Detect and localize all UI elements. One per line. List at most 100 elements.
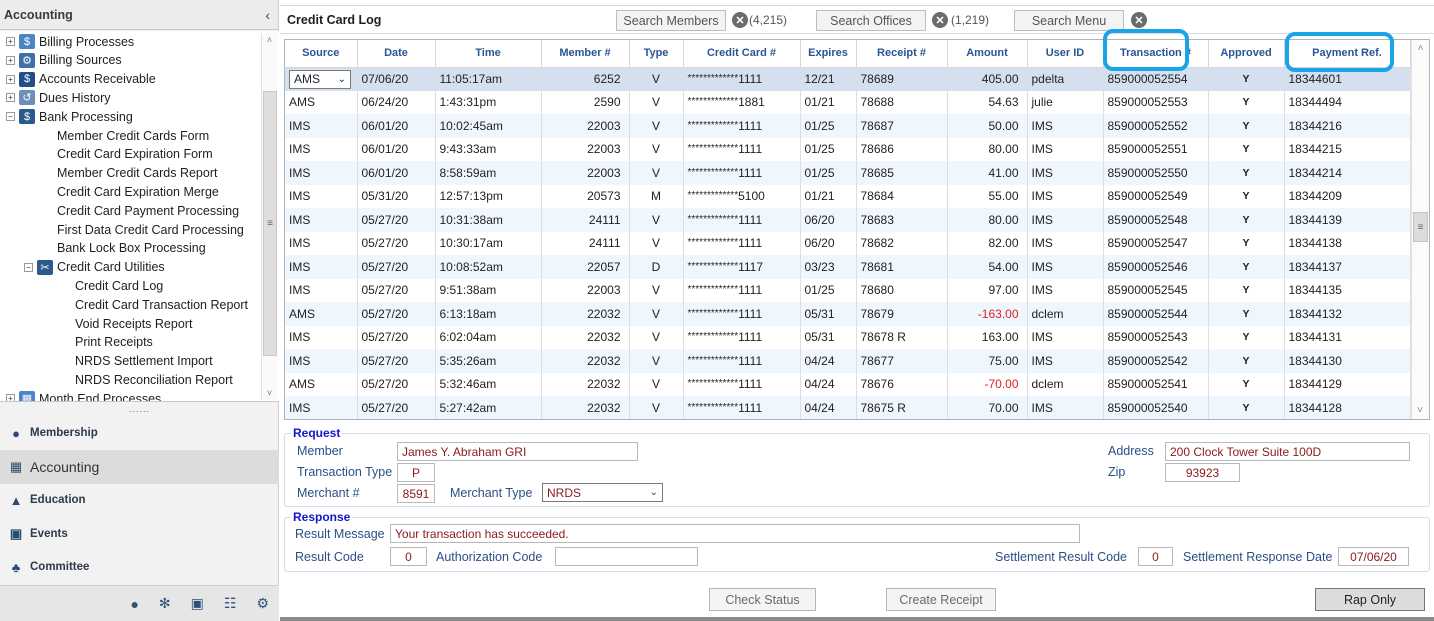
tree-item[interactable]: Credit Card Expiration Form <box>57 145 213 164</box>
column-header[interactable]: Payment Ref. <box>1284 40 1411 68</box>
scroll-thumb[interactable]: ≡ <box>1413 212 1428 242</box>
table-row[interactable]: AMS 05/27/20 5:32:46am 22032 V *************1… <box>285 372 1411 396</box>
transaction-type-field[interactable]: P <box>397 463 435 482</box>
address-field[interactable]: 200 Clock Tower Suite 100D <box>1165 442 1410 461</box>
table-row[interactable]: IMS 06/01/20 8:58:59am 22003 V *************1… <box>285 161 1411 185</box>
tree-item[interactable]: Void Receipts Report <box>75 314 192 333</box>
table-row[interactable]: IMS 05/27/20 5:35:26am 22032 V *************1… <box>285 349 1411 373</box>
chevron-left-icon[interactable]: ‹ <box>265 7 270 23</box>
column-header[interactable]: Transaction # <box>1103 40 1209 68</box>
clear-menu-icon[interactable]: ✕ <box>1131 12 1147 28</box>
zip-field[interactable]: 93923 <box>1165 463 1240 482</box>
table-row[interactable]: IMS 05/27/20 5:27:42am 22032 V *************1… <box>285 396 1411 419</box>
column-header[interactable]: Source <box>285 40 358 68</box>
source-select[interactable]: AMS ⌄ <box>289 69 351 89</box>
expand-icon[interactable]: + <box>6 37 15 46</box>
tree-item[interactable]: NRDS Reconciliation Report <box>75 370 233 389</box>
tree-item[interactable]: + ▦ Month End Processes <box>6 389 161 401</box>
tree-scrollbar[interactable]: ˄ ≡ ˅ <box>261 33 277 400</box>
grid-scrollbar[interactable]: ˄ ≡ ˅ <box>1411 40 1429 419</box>
table-row[interactable]: IMS 05/27/20 10:08:52am 22057 D *************… <box>285 255 1411 279</box>
tree-item[interactable]: Bank Lock Box Processing <box>57 239 206 258</box>
column-header[interactable]: Time <box>435 40 542 68</box>
column-header[interactable]: Amount <box>947 40 1028 68</box>
authorization-code-field[interactable] <box>555 547 698 566</box>
column-header[interactable]: Date <box>357 40 436 68</box>
create-receipt-button[interactable]: Create Receipt <box>886 588 996 611</box>
calendar-icon: ▣ <box>9 525 23 541</box>
coins-icon[interactable]: ● <box>130 596 138 612</box>
table-row[interactable]: AMS 06/24/20 1:43:31pm 2590 V *************18… <box>285 90 1411 114</box>
clear-members-icon[interactable]: ✕ <box>732 12 748 28</box>
tree-item[interactable]: + ↺ Dues History <box>6 88 111 107</box>
table-row[interactable]: IMS 06/01/20 10:02:45am 22003 V *************… <box>285 114 1411 138</box>
column-header[interactable]: Expires <box>800 40 857 68</box>
nav-item-committee[interactable]: ♣ Committee <box>0 550 279 584</box>
merchant-number-field[interactable]: 8591 <box>397 484 435 503</box>
handshake-icon[interactable]: ✻ <box>159 595 171 612</box>
settlement-result-code-field[interactable]: 0 <box>1138 547 1173 566</box>
table-row[interactable]: IMS 06/01/20 9:43:33am 22003 V *************1… <box>285 137 1411 161</box>
scroll-up-icon[interactable]: ˄ <box>262 33 277 47</box>
tree-item[interactable]: Credit Card Log <box>75 276 163 295</box>
table-row[interactable]: IMS 05/31/20 12:57:13pm 20573 M *************… <box>285 184 1411 208</box>
nav-item-events[interactable]: ▣ Events <box>0 517 279 551</box>
tree-item[interactable]: Print Receipts <box>75 333 153 352</box>
tree-item[interactable]: Member Credit Cards Form <box>57 126 209 145</box>
scroll-down-icon[interactable]: ˅ <box>262 386 277 400</box>
tree-item[interactable]: − $ Bank Processing <box>6 107 133 126</box>
column-header[interactable]: Credit Card # <box>683 40 801 68</box>
type-cell: V <box>629 137 684 161</box>
result-code-field[interactable]: 0 <box>390 547 427 566</box>
column-header[interactable]: User ID <box>1027 40 1104 68</box>
scroll-down-icon[interactable]: ˅ <box>1412 402 1428 419</box>
member-field[interactable]: James Y. Abraham GRI <box>397 442 638 461</box>
nav-item-education[interactable]: ▲ Education <box>0 483 279 517</box>
splitter-grip[interactable]: ...... <box>0 404 279 414</box>
tree-item[interactable]: NRDS Settlement Import <box>75 352 213 371</box>
tree-item[interactable]: Credit Card Payment Processing <box>57 201 239 220</box>
table-row[interactable]: IMS 05/27/20 9:51:38am 22003 V *************1… <box>285 278 1411 302</box>
expand-icon[interactable]: + <box>6 394 15 401</box>
rap-only-button[interactable]: Rap Only <box>1315 588 1425 611</box>
source-cell: AMS ⌄ <box>285 67 358 91</box>
table-row[interactable]: AMS 05/27/20 6:13:18am 22032 V *************1… <box>285 302 1411 326</box>
tree-item[interactable]: Credit Card Transaction Report <box>75 295 248 314</box>
nav-item-accounting[interactable]: ▦ Accounting <box>0 449 279 484</box>
gear-icon[interactable]: ⚙ <box>256 595 269 612</box>
clear-offices-icon[interactable]: ✕ <box>932 12 948 28</box>
settlement-response-date-field[interactable]: 07/06/20 <box>1338 547 1409 566</box>
collapse-icon[interactable]: − <box>6 112 15 122</box>
nav-item-membership[interactable]: ● Membership <box>0 416 279 450</box>
tree-item[interactable]: Member Credit Cards Report <box>57 164 217 183</box>
collapse-icon[interactable]: − <box>24 262 33 272</box>
column-header[interactable]: Approved <box>1208 40 1285 68</box>
column-header[interactable]: Receipt # <box>856 40 948 68</box>
search-members-button[interactable]: Search Members <box>616 10 726 31</box>
tree-item[interactable]: + $ Accounts Receivable <box>6 70 156 89</box>
expand-icon[interactable]: + <box>6 93 15 103</box>
column-header[interactable]: Type <box>629 40 684 68</box>
tree-item[interactable]: First Data Credit Card Processing <box>57 220 244 239</box>
tree-item[interactable]: + ⚙ Billing Sources <box>6 51 122 70</box>
table-row[interactable]: IMS 05/27/20 6:02:04am 22032 V *************1… <box>285 325 1411 349</box>
table-row[interactable]: IMS 05/27/20 10:31:38am 24111 V *************… <box>285 208 1411 232</box>
tree-item[interactable]: − ✂ Credit Card Utilities <box>24 258 165 277</box>
tree-item[interactable]: Credit Card Expiration Merge <box>57 182 219 201</box>
expand-icon[interactable]: + <box>6 55 15 65</box>
scroll-up-icon[interactable]: ˄ <box>1412 40 1429 57</box>
table-row[interactable]: IMS 05/27/20 10:30:17am 24111 V *************… <box>285 231 1411 255</box>
search-offices-button[interactable]: Search Offices <box>816 10 926 31</box>
merchant-type-select[interactable]: NRDS ⌄ <box>542 483 663 502</box>
receipt-cell: 78680 <box>856 278 948 302</box>
search-menu-button[interactable]: Search Menu <box>1014 10 1124 31</box>
expand-icon[interactable]: + <box>6 74 15 84</box>
scroll-thumb[interactable]: ≡ <box>263 91 277 356</box>
result-message-field[interactable]: Your transaction has succeeded. <box>390 524 1080 543</box>
tree-item[interactable]: + $ Billing Processes <box>6 32 134 51</box>
column-header[interactable]: Member # <box>541 40 630 68</box>
briefcase-icon[interactable]: ▣ <box>191 595 204 612</box>
check-status-button[interactable]: Check Status <box>709 588 816 611</box>
contact-book-icon[interactable]: ☷ <box>224 595 237 612</box>
table-row[interactable]: AMS ⌄ 07/06/20 11:05:17am 6252 V *************… <box>285 67 1411 91</box>
